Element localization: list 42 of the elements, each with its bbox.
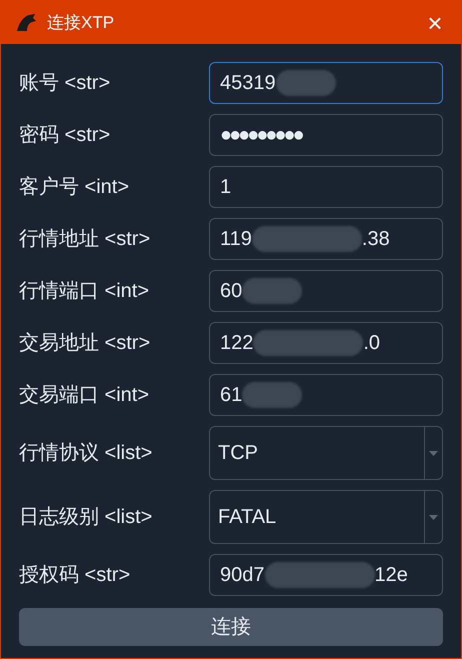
field-value: TCP: [218, 441, 258, 466]
field-label: 交易端口 <int>: [19, 383, 150, 408]
input-field[interactable]: 90d7 12e: [209, 554, 443, 596]
field-value: 122: [220, 331, 254, 356]
field-value: 90d7: [220, 563, 264, 588]
input-field[interactable]: 122 .0: [209, 322, 443, 364]
input-field[interactable]: 60: [209, 270, 443, 312]
field-value: 12e: [374, 563, 408, 588]
field-label: 交易地址 <str>: [19, 331, 152, 356]
field-value: 61: [220, 383, 242, 408]
field-label: 行情端口 <int>: [19, 279, 150, 304]
field-label: 行情协议 <list>: [19, 441, 154, 466]
redaction-mark: [242, 382, 302, 408]
dropdown[interactable]: FATAL: [209, 490, 443, 544]
field-value: .0: [363, 331, 380, 356]
field-value: FATAL: [218, 505, 276, 530]
window-title: 连接XTP: [47, 12, 114, 34]
field-value: 1: [220, 175, 232, 200]
field-label: 行情地址 <str>: [19, 227, 152, 252]
input-field[interactable]: ●●●●●●●●●: [209, 114, 443, 156]
input-field[interactable]: 61: [209, 374, 443, 416]
dropdown-arrow-icon: [429, 514, 438, 520]
input-field[interactable]: 119 .38: [209, 218, 443, 260]
field-label: 客户号 <int>: [19, 175, 130, 200]
horse-logo-icon: [15, 12, 37, 32]
connect-button[interactable]: 连接: [19, 608, 443, 646]
field-label: 授权码 <str>: [19, 563, 132, 588]
redaction-mark: [276, 70, 336, 96]
field-label: 账号 <str>: [19, 71, 112, 96]
dropdown-arrow-icon: [429, 450, 438, 456]
close-button[interactable]: ×: [413, 4, 457, 40]
field-label: 密码 <str>: [19, 123, 112, 148]
password-dots: ●●●●●●●●●: [220, 123, 302, 148]
input-field[interactable]: 1: [209, 166, 443, 208]
field-value: .38: [362, 227, 390, 252]
input-field[interactable]: 45319: [209, 62, 443, 104]
field-value: 45319: [220, 71, 276, 96]
redaction-mark: [242, 278, 302, 304]
field-label: 日志级别 <list>: [19, 505, 154, 530]
field-value: 119: [220, 227, 252, 252]
dropdown[interactable]: TCP: [209, 426, 443, 480]
field-value: 60: [220, 279, 242, 304]
